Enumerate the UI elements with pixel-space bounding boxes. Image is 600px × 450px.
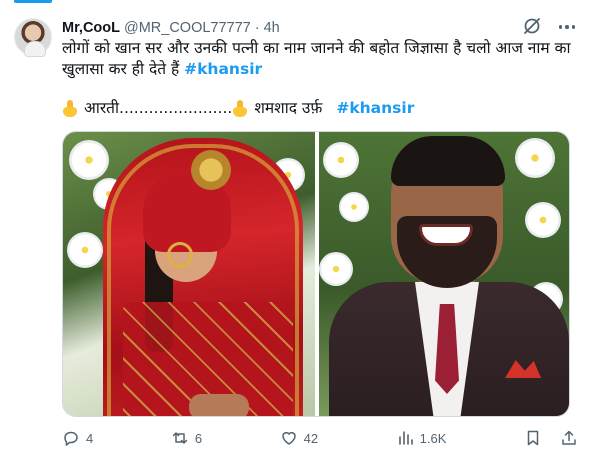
- views-button[interactable]: 1.6K: [396, 428, 447, 448]
- tweet-header: Mr,CooL @MR_COOL77777 · 4h: [62, 18, 280, 38]
- like-button[interactable]: 42: [280, 428, 318, 448]
- reply-count: 4: [86, 430, 94, 446]
- names-hashtag-link[interactable]: #khansir: [336, 98, 414, 119]
- backhand-index-pointing-down-icon: [232, 99, 248, 118]
- tweet-hashtag-link[interactable]: #khansir: [184, 60, 262, 78]
- header-separator: ·: [254, 20, 260, 36]
- grok-icon[interactable]: [522, 16, 542, 36]
- author-display-name[interactable]: Mr,CooL: [62, 20, 120, 36]
- repost-button[interactable]: 6: [171, 428, 202, 448]
- tweet-media[interactable]: [62, 131, 570, 417]
- more-options-icon[interactable]: [556, 17, 578, 37]
- bookmark-icon: [524, 429, 542, 447]
- names-first: आरती.......................: [84, 99, 233, 117]
- share-icon: [560, 429, 578, 447]
- tweet-text-body: लोगों को खान सर और उनकी पत्नी का नाम जान…: [62, 39, 571, 78]
- tweet[interactable]: Mr,CooL @MR_COOL77777 · 4h लोगों को खान …: [0, 0, 600, 450]
- tweet-timestamp[interactable]: 4h: [264, 20, 280, 36]
- backhand-index-pointing-down-icon: [62, 99, 78, 118]
- share-button[interactable]: [560, 428, 578, 448]
- author-handle[interactable]: @MR_COOL77777: [124, 20, 251, 36]
- tweet-actions: 4 6 42 1.6K: [62, 426, 578, 450]
- repost-icon: [171, 429, 189, 447]
- smiling-man-in-suit-photo[interactable]: [319, 132, 569, 416]
- views-icon: [396, 429, 414, 447]
- like-count: 42: [303, 430, 319, 446]
- author-avatar[interactable]: [14, 18, 52, 57]
- names-second: शमशाद उर्फ़: [254, 99, 323, 117]
- tweet-text: लोगों को खान सर और उनकी पत्नी का नाम जान…: [62, 38, 582, 80]
- reply-icon: [62, 429, 80, 447]
- names-line: आरती....................... शमशाद उर्फ़ …: [62, 98, 582, 119]
- views-count: 1.6K: [419, 430, 447, 446]
- tweet-actions-right: [524, 428, 578, 448]
- bookmark-button[interactable]: [524, 428, 542, 448]
- heart-icon: [280, 429, 298, 447]
- repost-count: 6: [194, 430, 203, 446]
- reply-button[interactable]: 4: [62, 428, 93, 448]
- bride-in-red-veil-photo[interactable]: [63, 132, 315, 416]
